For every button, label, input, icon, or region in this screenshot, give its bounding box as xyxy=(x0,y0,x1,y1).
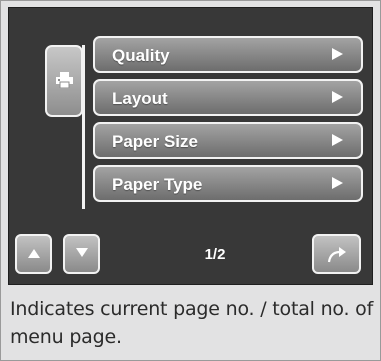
printer-icon xyxy=(56,72,73,88)
menu-item-label: Paper Size xyxy=(112,132,198,151)
menu-item-label: Quality xyxy=(112,46,170,65)
menu-item-layout[interactable]: Layout xyxy=(93,79,363,116)
triangle-up-icon xyxy=(28,249,40,258)
arrow-right-icon xyxy=(332,91,343,103)
arrow-right-icon xyxy=(332,177,343,189)
triangle-down-icon xyxy=(76,248,88,257)
return-arrow-icon xyxy=(327,247,346,263)
page-up-button[interactable] xyxy=(15,234,52,274)
arrow-right-icon xyxy=(332,134,343,146)
camera-lcd-screen: Quality Layout Paper Size Paper Type 1/2 xyxy=(8,7,373,285)
figure-caption: Indicates current page no. / total no. o… xyxy=(10,298,374,348)
print-menu-tab[interactable] xyxy=(45,45,83,117)
menu-item-label: Layout xyxy=(112,89,168,108)
menu-item-quality[interactable]: Quality xyxy=(93,36,363,73)
menu-divider xyxy=(82,45,85,209)
figure-frame: Quality Layout Paper Size Paper Type 1/2 xyxy=(0,0,381,361)
menu-item-paper-size[interactable]: Paper Size xyxy=(93,122,363,159)
arrow-right-icon xyxy=(332,48,343,60)
return-button[interactable] xyxy=(312,234,361,274)
menu-item-paper-type[interactable]: Paper Type xyxy=(93,165,363,202)
page-down-button[interactable] xyxy=(63,234,100,274)
page-indicator: 1/2 xyxy=(204,246,226,263)
menu-item-label: Paper Type xyxy=(112,175,203,194)
